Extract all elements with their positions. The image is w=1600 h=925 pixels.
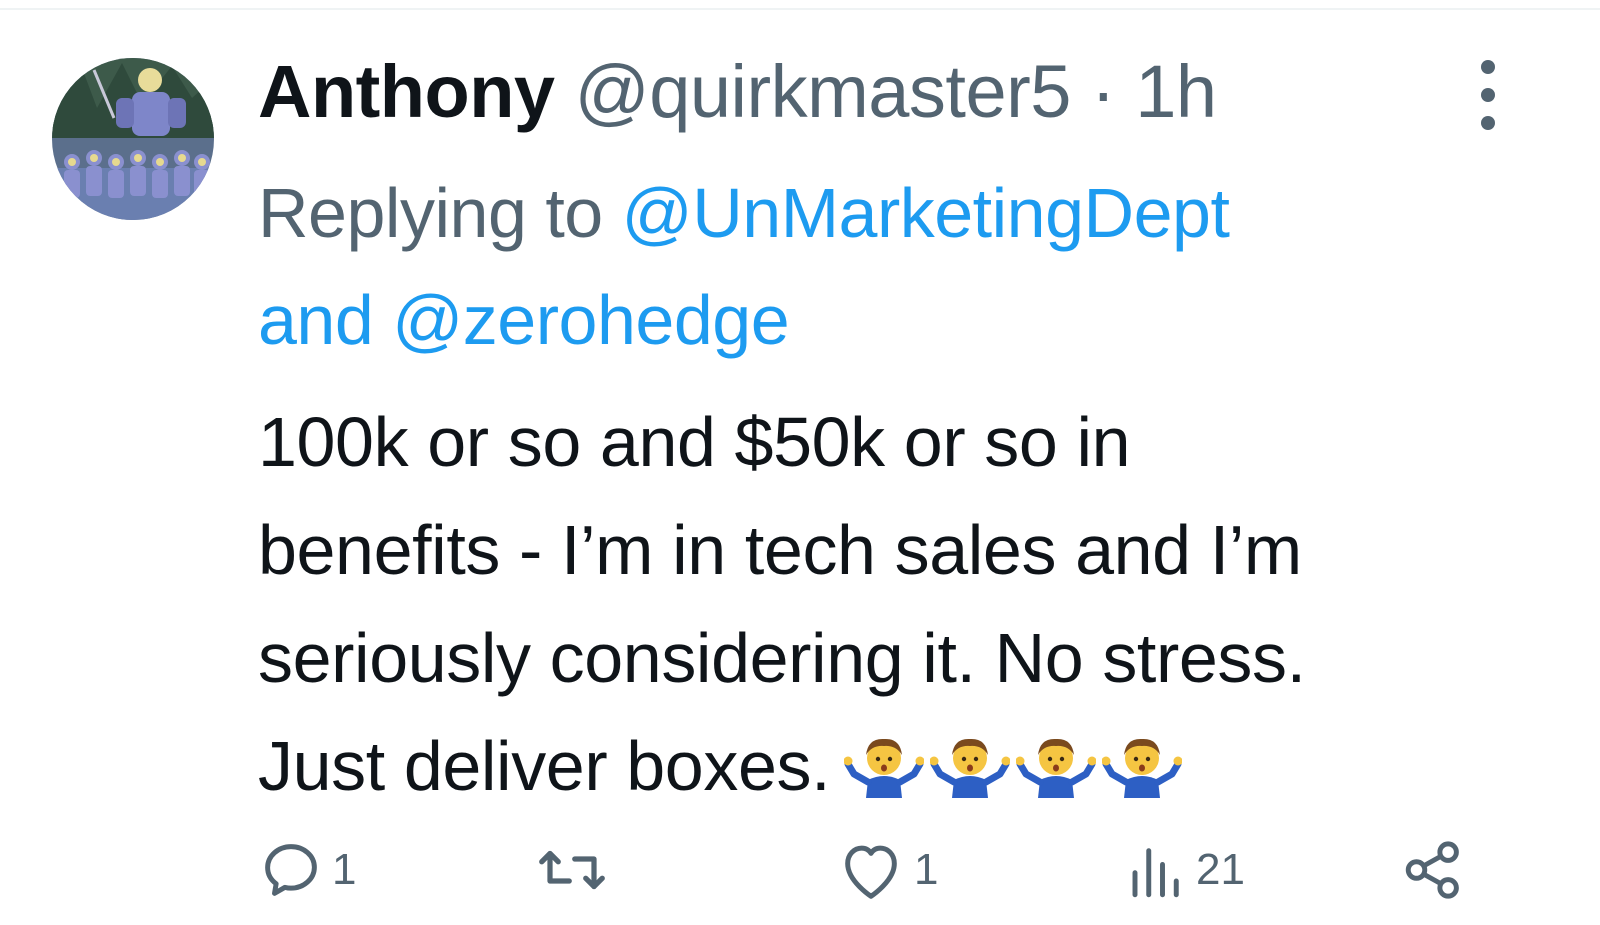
tweet-text-line: seriously considering it. No stress.	[258, 619, 1306, 697]
retweet-icon	[539, 850, 605, 890]
like-count: 1	[914, 845, 939, 894]
tweet-text-line-last: Just deliver boxes.	[258, 712, 1528, 820]
tweet-text: 100k or so and $50k or so in benefits - …	[258, 388, 1528, 820]
reply-button[interactable]: 1	[258, 832, 356, 908]
timestamp[interactable]: 1h	[1135, 50, 1217, 133]
views-icon	[1132, 848, 1179, 898]
tweet-content: Anthony @quirkmaster5 · 1h Replying to @…	[258, 50, 1528, 820]
share-icon	[1405, 841, 1459, 899]
display-name[interactable]: Anthony	[258, 50, 555, 133]
replying-to-label: Replying to	[258, 174, 622, 252]
reply-icon	[265, 844, 317, 896]
man-shrugging-emoji	[930, 738, 1011, 798]
view-count: 21	[1196, 845, 1245, 894]
replying-to: Replying to @UnMarketingDept and @zerohe…	[258, 160, 1528, 374]
mention-unmarketingdept[interactable]: @UnMarketingDept	[622, 174, 1230, 252]
views-button[interactable]: 21	[1126, 832, 1245, 908]
mention-zerohedge[interactable]: @zerohedge	[392, 281, 789, 359]
tweet-text-line: benefits - I’m in tech sales and I’m	[258, 511, 1302, 589]
tweet-text-line: 100k or so and $50k or so in	[258, 403, 1131, 481]
replying-to-joiner: and	[258, 281, 393, 359]
emoji-row	[844, 728, 1183, 798]
top-divider	[0, 8, 1600, 10]
avatar[interactable]	[52, 58, 214, 220]
man-shrugging-emoji	[1016, 738, 1097, 798]
heart-icon	[845, 845, 897, 899]
user-handle[interactable]: @quirkmaster5	[575, 50, 1072, 133]
tweet-header: Anthony @quirkmaster5 · 1h	[258, 50, 1528, 134]
man-shrugging-emoji	[844, 738, 925, 798]
separator-dot: ·	[1091, 50, 1116, 133]
man-shrugging-emoji	[1102, 738, 1183, 798]
action-bar: 1 1 21	[258, 832, 1478, 908]
retweet-button[interactable]	[536, 832, 616, 908]
avatar-image	[52, 58, 214, 220]
share-button[interactable]	[1400, 832, 1466, 908]
reply-count: 1	[332, 845, 357, 894]
like-button[interactable]: 1	[836, 832, 938, 908]
tweet-text-line: Just deliver boxes.	[258, 727, 831, 805]
